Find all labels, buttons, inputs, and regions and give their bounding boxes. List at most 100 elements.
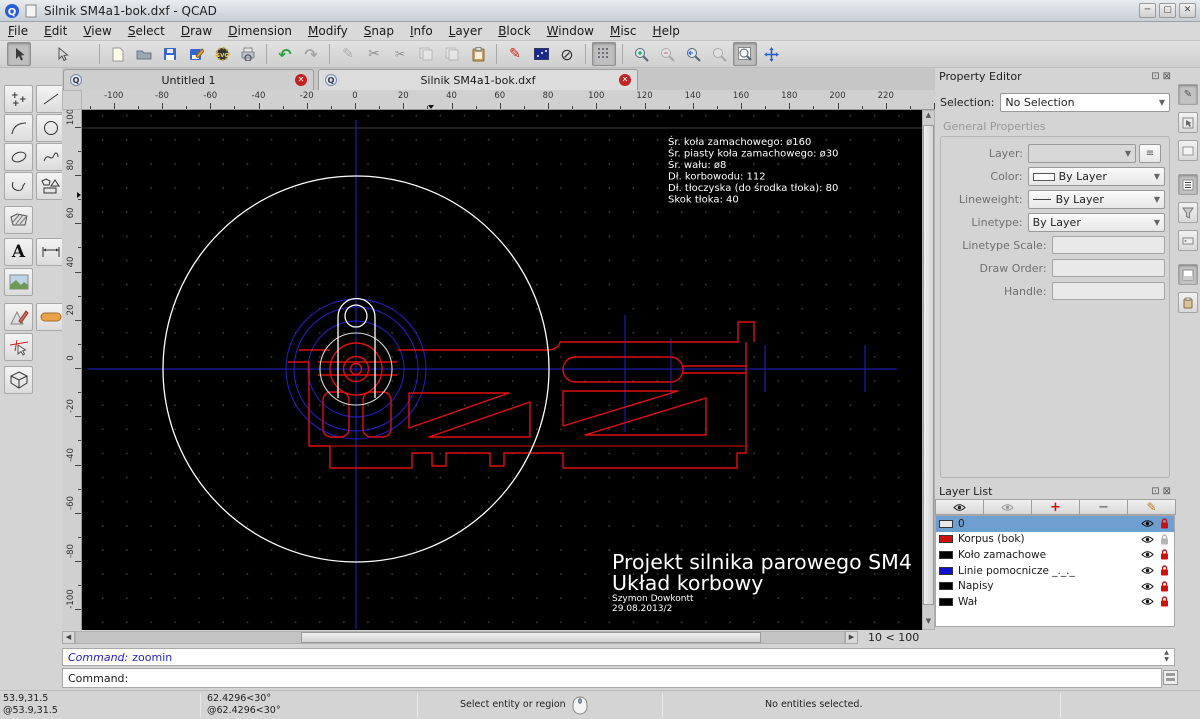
menu-file[interactable]: File (0, 22, 36, 40)
selection-combo[interactable]: No Selection ▼ (1000, 93, 1170, 112)
dimension-tool-button[interactable] (36, 238, 65, 266)
point-tool-button[interactable]: +++ (4, 85, 33, 113)
linetype-combo[interactable]: By Layer ▼ (1028, 213, 1165, 232)
scroll-left-icon[interactable]: ◀ (62, 631, 75, 644)
title-block[interactable]: Projekt silnika parowego SM4 Układ korbo… (612, 550, 912, 614)
eye-icon[interactable] (1141, 582, 1154, 591)
drawing-author[interactable]: Szymon Dowkontt (612, 594, 694, 604)
eye-icon[interactable] (1141, 566, 1154, 575)
minimize-button[interactable]: ─ (1139, 3, 1156, 18)
drawing-preferences-button[interactable]: ✎ (503, 42, 527, 66)
cut-with-reference-button[interactable]: ✂ (388, 42, 412, 66)
hscroll-thumb[interactable] (301, 632, 761, 643)
drawing-board-button[interactable] (529, 42, 553, 66)
eye-icon[interactable] (1141, 597, 1154, 606)
command-input[interactable]: Command: (62, 668, 1162, 688)
spec-line[interactable]: Śr. koła zamachowego: ø160 (668, 135, 811, 148)
grid-toggle-button[interactable] (592, 42, 616, 66)
ellipse-tool-button[interactable] (4, 143, 33, 171)
selection-pointer-button[interactable] (7, 42, 31, 66)
layer-row-korpus[interactable]: Korpus (bok) (936, 532, 1174, 548)
close-panel-icon[interactable]: ⊠ (1163, 71, 1171, 82)
svg-export-button[interactable]: SVG (210, 42, 234, 66)
edit-layer-button[interactable]: ✎ (1127, 499, 1176, 515)
zoom-out-button[interactable] (655, 42, 679, 66)
save-as-button[interactable] (184, 42, 208, 66)
hatch-tool-button[interactable] (4, 206, 33, 234)
menu-block[interactable]: Block (490, 22, 538, 40)
linetype-scale-input[interactable] (1052, 236, 1165, 254)
drawing-title-line2[interactable]: Układ korbowy (612, 571, 763, 595)
lineweight-combo[interactable]: By Layer ▼ (1028, 190, 1165, 209)
shapes-tool-button[interactable] (36, 172, 65, 200)
lock-icon[interactable] (1160, 518, 1169, 529)
filter-toggle-button[interactable] (1178, 202, 1198, 223)
snap-tool-button[interactable] (4, 333, 33, 361)
arc-tool-button[interactable] (4, 114, 33, 142)
layer-row-napisy[interactable]: Napisy (936, 578, 1174, 594)
layer-list-toggle-button[interactable] (1178, 174, 1198, 195)
menu-select[interactable]: Select (120, 22, 173, 40)
scroll-right-icon[interactable]: ▶ (845, 631, 858, 644)
maximize-button[interactable]: ▢ (1159, 3, 1176, 18)
show-all-layers-button[interactable] (935, 499, 984, 515)
scroll-down-icon[interactable]: ▼ (923, 617, 934, 629)
menu-modify[interactable]: Modify (300, 22, 356, 40)
line-tool-button[interactable] (36, 85, 65, 113)
spec-line[interactable]: Śr. wału: ø8 (668, 158, 726, 171)
selection-filter-toggle-button[interactable] (1178, 112, 1198, 133)
spec-line[interactable]: Dł. tłoczyska (do środka tłoka): 80 (668, 182, 838, 194)
menu-view[interactable]: View (75, 22, 119, 40)
spec-line[interactable]: Skok tłoka: 40 (668, 195, 739, 206)
layer-row-0[interactable]: 0 (936, 516, 1174, 532)
handle-input[interactable] (1052, 282, 1165, 300)
block-list-toggle-button[interactable] (1178, 140, 1198, 161)
clipboard-toggle-button[interactable] (1178, 292, 1198, 313)
menu-misc[interactable]: Misc (602, 22, 645, 40)
spin-down-icon[interactable]: ▼ (1160, 656, 1173, 663)
eye-icon[interactable] (1141, 535, 1154, 544)
drawing-date[interactable]: 29.08.2013/2 (612, 604, 672, 614)
auto-zoom-button[interactable] (681, 42, 705, 66)
draw-order-input[interactable] (1052, 259, 1165, 277)
undo-button[interactable]: ↶ (273, 42, 297, 66)
menu-info[interactable]: Info (402, 22, 441, 40)
spline-tool-button[interactable] (36, 143, 65, 171)
spec-annotations[interactable]: Śr. koła zamachowego: ø160 Śr. piasty ko… (668, 135, 838, 206)
spec-line[interactable]: Śr. piasty koła zamachowego: ø30 (668, 147, 838, 160)
tab-untitled-1[interactable]: Q Untitled 1 ✕ (63, 69, 314, 90)
paste-button[interactable] (466, 42, 490, 66)
redo-button[interactable]: ↷ (299, 42, 323, 66)
command-options-button[interactable] (1163, 670, 1178, 685)
scroll-up-icon[interactable]: ▲ (923, 111, 934, 123)
vertical-scrollbar[interactable]: ▲ ▼ (922, 110, 935, 630)
zoom-in-button[interactable] (629, 42, 653, 66)
property-editor-toggle-button[interactable]: ✎ (1178, 84, 1198, 105)
text-tool-button[interactable]: A (4, 238, 33, 266)
edit-button[interactable]: ✎ (336, 42, 360, 66)
zoom-window-button[interactable] (733, 42, 757, 66)
layer-row-linie-pomocnicze[interactable]: Linie pomocnicze _._._ (936, 563, 1174, 579)
layer-row-kolo-zamachowe[interactable]: Koło zamachowe (936, 547, 1174, 563)
image-tool-button[interactable] (4, 268, 33, 296)
remove-layer-button[interactable]: − (1079, 499, 1128, 515)
menu-edit[interactable]: Edit (36, 22, 75, 40)
modify-tool-button[interactable] (4, 303, 33, 331)
menu-window[interactable]: Window (539, 22, 602, 40)
lock-icon[interactable] (1160, 565, 1169, 576)
new-file-button[interactable] (106, 42, 130, 66)
command-line-toggle-button[interactable] (1178, 264, 1198, 285)
lock-icon[interactable] (1160, 549, 1169, 560)
lock-icon[interactable] (1160, 596, 1169, 607)
vscroll-thumb[interactable] (923, 125, 934, 605)
drawing-canvas[interactable]: Śr. koła zamachowego: ø160 Śr. piasty ko… (82, 110, 922, 630)
reset-pointer-button[interactable] (50, 42, 74, 66)
menu-draw[interactable]: Draw (173, 22, 220, 40)
eye-icon[interactable] (1141, 519, 1154, 528)
cut-button[interactable]: ✂ (362, 42, 386, 66)
float-panel-icon[interactable]: ⊡ (1151, 71, 1159, 82)
print-preview-button[interactable] (236, 42, 260, 66)
eye-icon[interactable] (1141, 550, 1154, 559)
layer-combo[interactable]: ▼ (1028, 144, 1136, 163)
pan-button[interactable] (759, 42, 783, 66)
